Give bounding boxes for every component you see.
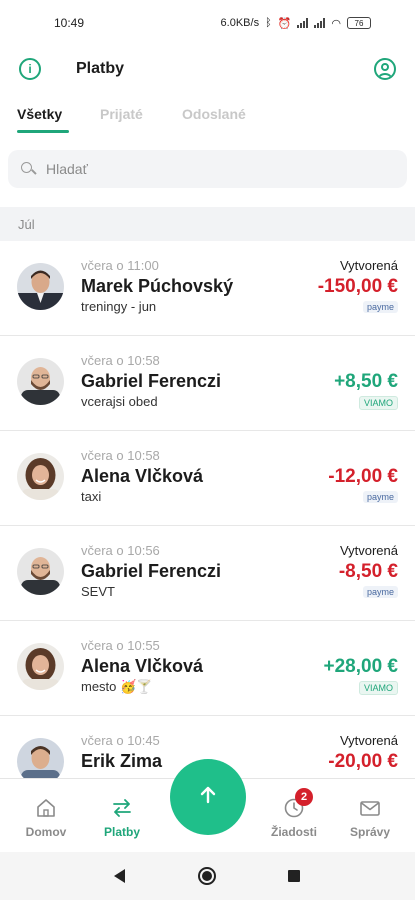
payment-row[interactable]: včera o 10:56 Gabriel Ferenczi SEVT Vytv… (0, 526, 415, 621)
app-header: i Platby (0, 46, 415, 92)
arrow-up-icon (197, 784, 219, 811)
avatar (17, 738, 64, 778)
payment-time: včera o 10:58 (81, 448, 160, 463)
search-input[interactable] (46, 161, 366, 177)
tab-received[interactable]: Prijaté (100, 106, 143, 122)
payment-note: SEVT (81, 584, 115, 599)
payment-amount: -20,00 € (328, 751, 398, 772)
send-payment-button[interactable] (170, 759, 246, 835)
payment-status: Vytvorená (339, 733, 398, 748)
payment-time: včera o 10:45 (81, 733, 160, 748)
nav-item-requests[interactable]: 2 Žiadosti (266, 779, 322, 853)
nav-label-messages: Správy (349, 825, 391, 839)
payment-amount: -12,00 € (328, 466, 398, 487)
home-circle-icon[interactable] (198, 867, 216, 885)
payment-note: treningy - jun (81, 299, 157, 314)
signal-icon-2 (314, 18, 326, 28)
provider-badge: payme (362, 491, 398, 503)
clock: 10:49 (54, 16, 85, 30)
payment-amount: +28,00 € (323, 656, 399, 677)
battery-icon: 76 (347, 17, 371, 29)
payment-note: taxi (81, 489, 102, 504)
payment-row[interactable]: včera o 10:55 Alena Vlčková mesto 🥳🍸 +28… (0, 621, 415, 716)
payment-row[interactable]: včera o 10:58 Gabriel Ferenczi vcerajsi … (0, 336, 415, 431)
provider-badge: payme (362, 586, 398, 598)
payment-amount: -8,50 € (338, 561, 398, 582)
payment-name: Gabriel Ferenczi (81, 371, 222, 391)
nav-item-messages[interactable]: Správy (346, 779, 394, 853)
payment-name: Gabriel Ferenczi (81, 561, 222, 581)
recent-apps-icon[interactable] (288, 870, 300, 882)
nav-label-payments: Platby (103, 825, 140, 839)
tab-sent[interactable]: Odoslané (182, 106, 246, 122)
payment-amount: -150,00 € (317, 276, 398, 297)
bluetooth-icon: ᛒ (265, 17, 272, 29)
transfer-arrows-icon (111, 797, 133, 819)
status-icons: 6.0KB/s ᛒ ⏰ ◠ 76 (221, 17, 371, 30)
month-section-header: Júl (0, 207, 415, 241)
payment-name: Alena Vlčková (81, 466, 204, 486)
payment-time: včera o 10:55 (81, 638, 160, 653)
active-tab-indicator (17, 130, 69, 133)
back-icon[interactable] (114, 869, 125, 883)
avatar (17, 453, 64, 500)
payment-amount: +8,50 € (334, 371, 398, 392)
nav-item-home[interactable]: Domov (22, 779, 70, 853)
page-title: Platby (76, 60, 125, 77)
provider-badge: VIAMO (358, 396, 398, 410)
payment-time: včera o 11:00 (81, 258, 159, 273)
payment-time: včera o 10:56 (81, 543, 160, 558)
payment-status: Vytvorená (339, 543, 398, 558)
search-bar[interactable] (8, 150, 407, 188)
provider-badge: VIAMO (358, 681, 398, 695)
payment-row[interactable]: včera o 11:00 Marek Púchovský treningy -… (0, 241, 415, 336)
status-bar: 10:49 6.0KB/s ᛒ ⏰ ◠ 76 (0, 0, 415, 46)
payment-note: vcerajsi obed (81, 394, 158, 409)
filter-tabs: Všetky Prijaté Odoslané (0, 96, 415, 136)
payment-status: Vytvorená (339, 258, 398, 273)
avatar (17, 643, 64, 690)
avatar (17, 263, 64, 310)
nav-item-payments[interactable]: Platby (98, 779, 146, 853)
requests-count-badge: 2 (295, 788, 313, 806)
signal-icon (297, 18, 309, 28)
nav-label-requests: Žiadosti (270, 825, 317, 839)
payment-row[interactable]: včera o 10:58 Alena Vlčková taxi -12,00 … (0, 431, 415, 526)
search-icon (20, 161, 36, 177)
wifi-icon: ◠ (331, 17, 341, 30)
bottom-nav: Domov Platby 2 Žiadosti Správy (0, 759, 415, 853)
provider-badge: payme (362, 301, 398, 313)
clock-request-icon: 2 (283, 788, 313, 819)
avatar (17, 358, 64, 405)
system-nav-bar (0, 852, 415, 900)
info-circle-icon[interactable]: i (19, 58, 41, 80)
nav-label-home: Domov (25, 825, 67, 839)
envelope-icon (359, 797, 381, 819)
home-icon (35, 797, 57, 819)
net-speed: 6.0KB/s (220, 17, 260, 29)
avatar (17, 548, 64, 595)
alarm-icon: ⏰ (277, 17, 292, 30)
payment-name: Erik Zima (81, 751, 163, 771)
payment-note: mesto 🥳🍸 (81, 679, 153, 694)
payments-list: včera o 11:00 Marek Púchovský treningy -… (0, 241, 415, 778)
payment-name: Marek Púchovský (81, 276, 234, 296)
user-circle-icon[interactable] (374, 58, 396, 80)
payment-name: Alena Vlčková (81, 656, 204, 676)
payment-time: včera o 10:58 (81, 353, 160, 368)
tab-all[interactable]: Všetky (17, 106, 62, 122)
